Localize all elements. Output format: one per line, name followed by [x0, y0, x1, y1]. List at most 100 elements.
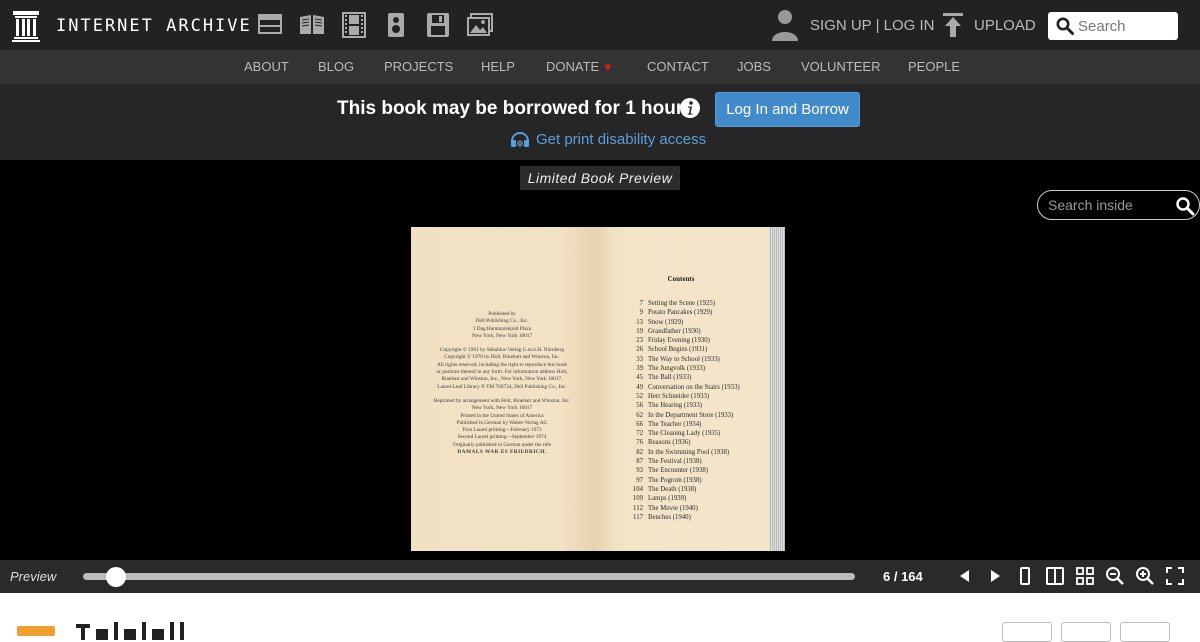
copyright-line: Reprinted by arrangement with Holt, Rine…: [433, 397, 571, 404]
nav-projects[interactable]: PROJECTS: [384, 59, 453, 74]
two-page-view-icon[interactable]: [1045, 566, 1065, 586]
images-icon[interactable]: [466, 12, 494, 38]
zoom-in-icon[interactable]: [1135, 566, 1155, 586]
one-page-view-icon[interactable]: [1015, 566, 1035, 586]
copyright-line: Copyright © 1970 by Holt, Rinehart and W…: [444, 354, 560, 361]
toc-page-number: 19: [636, 327, 643, 335]
sign-up-log-in-link[interactable]: SIGN UP | LOG IN: [810, 17, 934, 34]
toc-page-number: 62: [636, 411, 643, 419]
user-icon: [772, 10, 798, 41]
flag-button[interactable]: [1120, 622, 1170, 642]
upload-icon: [943, 13, 963, 37]
borrow-bar: [0, 84, 1200, 160]
search-inside-box: [1037, 190, 1200, 220]
page-slider-handle[interactable]: [105, 567, 126, 587]
toc-row: 72 The Cleaning Lady (1935): [617, 429, 757, 438]
nav-volunteer[interactable]: VOLUNTEER: [801, 59, 880, 74]
page-slider-track[interactable]: [83, 573, 855, 580]
upload-link[interactable]: UPLOAD: [942, 12, 1036, 38]
toc-chapter-title: The Hearing (1933): [648, 402, 702, 410]
toc-row: 45 The Ball (1933): [617, 373, 757, 382]
toc-row: 82 In the Swimming Pool (1938): [617, 448, 757, 457]
toc-page-number: 26: [636, 346, 643, 354]
toc-page-number: 7: [639, 300, 643, 307]
search-input[interactable]: [1078, 17, 1174, 35]
fullscreen-icon[interactable]: [1165, 566, 1185, 586]
page-edges: [769, 227, 785, 551]
toc-chapter-title: The Ball (1933): [648, 374, 692, 382]
left-page[interactable]: Published by Dell Publishing Co., Inc. 1 D…: [411, 227, 593, 551]
limited-preview-label: Limited Book Preview: [520, 166, 680, 190]
toc-row: 9 Potato Pancakes (1929): [617, 308, 757, 317]
toc-row: 56 The Hearing (1933): [617, 401, 757, 410]
toc-page-number: 13: [636, 318, 643, 326]
texts-type-icon: [17, 626, 55, 636]
software-icon[interactable]: [424, 12, 452, 38]
toc-page-number: 45: [636, 374, 643, 382]
toc-row: 62 In the Department Store (1933): [617, 411, 757, 420]
nav-about[interactable]: ABOUT: [244, 59, 289, 74]
print-disability-link[interactable]: Get print disability access: [510, 131, 706, 148]
toc-page-number: 56: [636, 402, 643, 410]
copyright-line: All rights reserved, including the right…: [436, 361, 568, 368]
table-of-contents: 7 Setting the Scene (1925) 9 Potato Pancake…: [617, 299, 757, 522]
nav-contact[interactable]: CONTACT: [647, 59, 709, 74]
search-inside-icon[interactable]: [1175, 196, 1195, 216]
next-page-icon[interactable]: [985, 566, 1005, 586]
logo-text: INTERNET ARCHIVE: [56, 16, 252, 36]
toc-page-number: 9: [639, 309, 643, 317]
toc-chapter-title: The Pogrom (1938): [648, 476, 702, 484]
nav-jobs[interactable]: JOBS: [737, 59, 771, 74]
toc-page-number: 39: [636, 365, 643, 373]
toc-page-number: 49: [636, 383, 643, 391]
nav-donate[interactable]: DONATE ♥: [546, 59, 611, 74]
header-search: [1048, 12, 1178, 40]
share-button[interactable]: [1061, 622, 1111, 642]
thumbnail-view-icon[interactable]: [1075, 566, 1095, 586]
video-icon[interactable]: [340, 12, 368, 38]
copyright-line: Rinehart and Winston, Inc., New York, Ne…: [441, 376, 563, 383]
copyright-line: 1 Dag Hammarskjold Plaza: [472, 325, 532, 332]
copyright-line: DAMALS WAR ES FRIEDRICH.: [457, 449, 547, 456]
media-type-icons: [256, 12, 494, 38]
nav-donate-label: DONATE: [546, 59, 600, 74]
search-inside-input[interactable]: [1048, 197, 1168, 213]
info-icon[interactable]: [679, 97, 701, 119]
user-area[interactable]: SIGN UP | LOG IN: [770, 8, 934, 42]
toc-page-number: 52: [636, 392, 643, 400]
audio-icon[interactable]: [382, 12, 410, 38]
nav-people[interactable]: PEOPLE: [908, 59, 960, 74]
toc-row: 109 Lamps (1939): [617, 494, 757, 503]
search-icon[interactable]: [1056, 17, 1074, 35]
book-spread[interactable]: Published by Dell Publishing Co., Inc. 1 D…: [411, 227, 785, 551]
headphones-icon: [511, 131, 529, 147]
heart-icon: ♥: [604, 60, 612, 74]
toc-chapter-title: In the Swimming Pool (1938): [648, 448, 730, 456]
copyright-line: Second Laurel printing—September 1974: [457, 434, 547, 441]
zoom-out-icon[interactable]: [1105, 566, 1125, 586]
previous-page-icon[interactable]: [955, 566, 975, 586]
toc-row: 76 Reasons (1936): [617, 438, 757, 447]
toc-page-number: 23: [636, 337, 643, 345]
toc-chapter-title: Lamps (1939): [648, 495, 687, 503]
toc-row: 112 The Movie (1940): [617, 504, 757, 513]
toc-page-number: 109: [632, 495, 643, 503]
toc-page-number: 97: [636, 476, 643, 484]
toc-page-number: 87: [636, 458, 643, 466]
site-logo[interactable]: INTERNET ARCHIVE: [12, 10, 252, 42]
favorite-button[interactable]: [1002, 622, 1052, 642]
log-in-and-borrow-button[interactable]: Log In and Borrow: [715, 92, 860, 127]
toc-row: 19 Grandfather (1930): [617, 327, 757, 336]
toc-row: 39 The Jungvolk (1933): [617, 364, 757, 373]
nav-help[interactable]: HELP: [481, 59, 515, 74]
upload-label: UPLOAD: [974, 16, 1036, 34]
toc-page-number: 82: [636, 448, 643, 456]
web-icon[interactable]: [256, 12, 284, 38]
top-bar: INTERNET ARCHIVE SIGN UP | LOG IN UPLOAD: [0, 0, 1200, 50]
nav-blog[interactable]: BLOG: [318, 59, 354, 74]
toc-row: 13 Snow (1929): [617, 318, 757, 327]
texts-icon[interactable]: [298, 12, 326, 38]
copyright-line: or portions thereof in any form. For inf…: [436, 369, 568, 376]
toc-chapter-title: Reasons (1936): [648, 439, 691, 447]
toc-chapter-title: The Cleaning Lady (1935): [648, 430, 721, 438]
